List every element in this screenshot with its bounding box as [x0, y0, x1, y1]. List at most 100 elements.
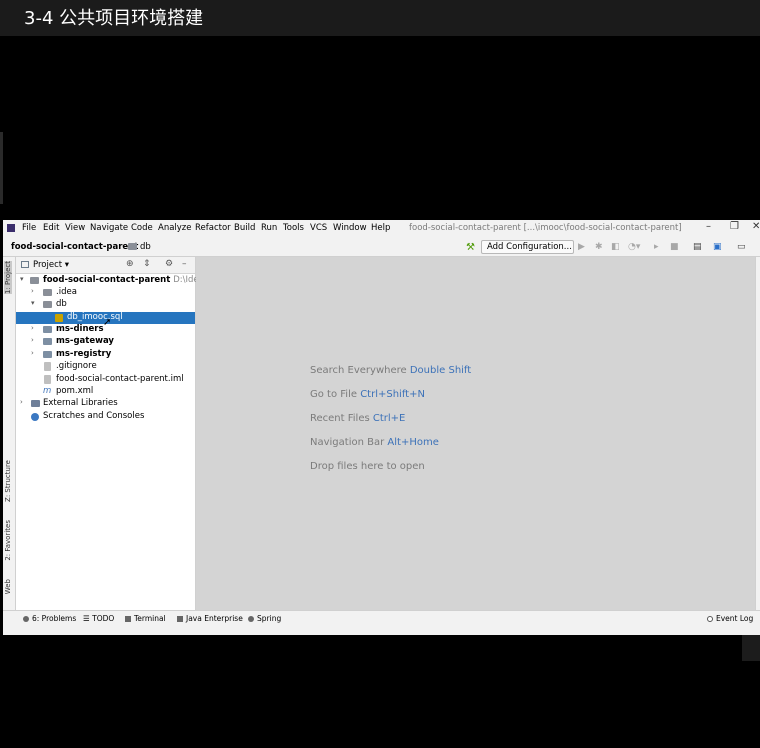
chevron-right-icon[interactable]: ›: [31, 349, 34, 357]
menu-edit[interactable]: Edit: [43, 223, 59, 233]
window-title: food-social-contact-parent [...\imooc\fo…: [409, 223, 682, 233]
tab-project[interactable]: 1: Project: [4, 261, 12, 294]
tree-item-pom[interactable]: m pom.xml: [16, 386, 195, 398]
chevron-right-icon[interactable]: ›: [31, 287, 34, 295]
editor-empty-area[interactable]: Search Everywhere Double Shift Go to Fil…: [196, 257, 755, 610]
java-enterprise-icon: [177, 616, 183, 622]
tree-item-ms-registry[interactable]: › ms-registry: [16, 349, 195, 361]
menu-vcs[interactable]: VCS: [310, 223, 327, 233]
video-title-bar: 3-4 公共项目环境搭建: [0, 0, 760, 36]
event-log-tab[interactable]: Event Log: [707, 614, 753, 623]
translate-icon[interactable]: ▣: [713, 242, 722, 252]
java-enterprise-tab[interactable]: Java Enterprise: [177, 614, 243, 623]
search-icon[interactable]: ▭: [737, 242, 746, 252]
left-edge-strip: [0, 132, 3, 204]
event-log-icon: [707, 616, 713, 622]
breadcrumb-folder[interactable]: db: [128, 242, 151, 252]
text-file-icon: [44, 362, 51, 371]
menu-view[interactable]: View: [65, 223, 85, 233]
locate-icon[interactable]: ⊕: [126, 259, 134, 269]
video-bottom-area: [0, 635, 760, 748]
tree-item-external-libraries[interactable]: › External Libraries: [16, 398, 195, 410]
list-icon: ☰: [83, 614, 93, 623]
chevron-right-icon[interactable]: ›: [20, 398, 23, 406]
gear-icon[interactable]: ⚙: [165, 259, 173, 269]
hint-drop-files: Drop files here to open: [310, 461, 425, 472]
menu-refactor[interactable]: Refactor: [195, 223, 231, 233]
menu-bar: File Edit View Navigate Code Analyze Ref…: [3, 220, 760, 238]
hint-search-everywhere: Search Everywhere Double Shift: [310, 365, 472, 376]
chevron-down-icon[interactable]: ▾: [31, 299, 35, 307]
chevron-down-icon[interactable]: ▾: [20, 275, 24, 283]
restore-icon[interactable]: ❐: [730, 221, 739, 232]
bottom-right-strip: [742, 635, 760, 661]
close-icon[interactable]: ✕: [752, 221, 760, 232]
intellij-logo-icon: [7, 224, 15, 232]
maven-icon: m: [43, 386, 52, 396]
tree-item-root[interactable]: ▾ food-social-contact-parent D:\IdeaPro: [16, 275, 217, 287]
spring-leaf-icon: [248, 616, 254, 622]
collapse-all-icon[interactable]: ⇕: [143, 259, 151, 269]
problems-icon: [23, 616, 29, 622]
add-configuration-button[interactable]: Add Configuration...: [481, 240, 574, 254]
project-panel-title[interactable]: Project ▾: [33, 260, 69, 270]
sql-file-icon: [55, 314, 63, 322]
mouse-cursor-icon: ➚: [103, 317, 112, 328]
rerun-icon[interactable]: ▸: [654, 242, 659, 252]
menu-navigate[interactable]: Navigate: [90, 223, 128, 233]
chevron-right-icon[interactable]: ›: [31, 324, 34, 332]
spring-tab[interactable]: Spring: [248, 614, 281, 623]
menu-code[interactable]: Code: [131, 223, 153, 233]
menu-help[interactable]: Help: [371, 223, 390, 233]
folder-icon: [43, 289, 52, 296]
menu-run[interactable]: Run: [261, 223, 277, 233]
project-structure-icon[interactable]: ▤: [693, 242, 702, 252]
navigation-bar: food-social-contact-parent db: [3, 238, 760, 257]
video-title: 3-4 公共项目环境搭建: [24, 8, 204, 29]
todo-tab[interactable]: ☰ TODO: [83, 614, 114, 623]
terminal-icon: [125, 616, 131, 622]
project-view-icon: [21, 261, 29, 268]
hide-icon[interactable]: –: [182, 259, 187, 269]
tree-item-scratches[interactable]: Scratches and Consoles: [16, 411, 195, 423]
right-tool-stripe: [755, 257, 760, 610]
tree-item-ms-gateway[interactable]: › ms-gateway: [16, 336, 195, 348]
module-folder-icon: [30, 277, 39, 284]
tab-web[interactable]: Web: [4, 579, 12, 594]
menu-tools[interactable]: Tools: [283, 223, 304, 233]
coverage-icon[interactable]: ◧: [611, 242, 620, 252]
scratches-icon: [31, 413, 39, 421]
menu-window[interactable]: Window: [333, 223, 367, 233]
tab-structure[interactable]: Z: Structure: [4, 460, 12, 502]
library-icon: [31, 400, 40, 407]
menu-analyze[interactable]: Analyze: [158, 223, 192, 233]
build-hammer-icon[interactable]: ⚒: [466, 242, 475, 253]
menu-build[interactable]: Build: [234, 223, 255, 233]
video-black-area: [0, 36, 760, 220]
module-folder-icon: [43, 338, 52, 345]
hint-go-to-file: Go to File Ctrl+Shift+N: [310, 389, 425, 400]
chevron-right-icon[interactable]: ›: [31, 336, 34, 344]
tab-favorites[interactable]: 2: Favorites: [4, 520, 12, 561]
breadcrumb-project[interactable]: food-social-contact-parent: [11, 242, 138, 252]
profile-icon[interactable]: ◔▾: [628, 242, 640, 252]
tree-item-db[interactable]: ▾ db: [16, 299, 195, 311]
module-folder-icon: [43, 351, 52, 358]
project-panel: Project ▾ ⊕ ⇕ ⚙ – ▾ food-social-contact-…: [16, 257, 217, 610]
tree-item-gitignore[interactable]: .gitignore: [16, 361, 195, 373]
tree-item-iml[interactable]: food-social-contact-parent.iml: [16, 374, 195, 386]
hint-recent-files: Recent Files Ctrl+E: [310, 413, 406, 424]
minimize-icon[interactable]: –: [706, 221, 711, 232]
tool-window-bar: 6: Problems ☰ TODO Terminal Java Enterpr…: [3, 610, 760, 635]
debug-icon[interactable]: ✱: [595, 242, 603, 252]
breadcrumb-folder-label: db: [140, 242, 151, 252]
menu-file[interactable]: File: [22, 223, 36, 233]
stop-icon[interactable]: ■: [670, 242, 679, 252]
run-icon[interactable]: ▶: [578, 242, 585, 252]
problems-tab[interactable]: 6: Problems: [23, 614, 76, 623]
folder-icon: [128, 243, 137, 250]
ide-window: File Edit View Navigate Code Analyze Ref…: [3, 220, 760, 635]
terminal-tab[interactable]: Terminal: [125, 614, 166, 623]
tree-item-idea[interactable]: › .idea: [16, 287, 195, 299]
folder-icon: [43, 301, 52, 308]
